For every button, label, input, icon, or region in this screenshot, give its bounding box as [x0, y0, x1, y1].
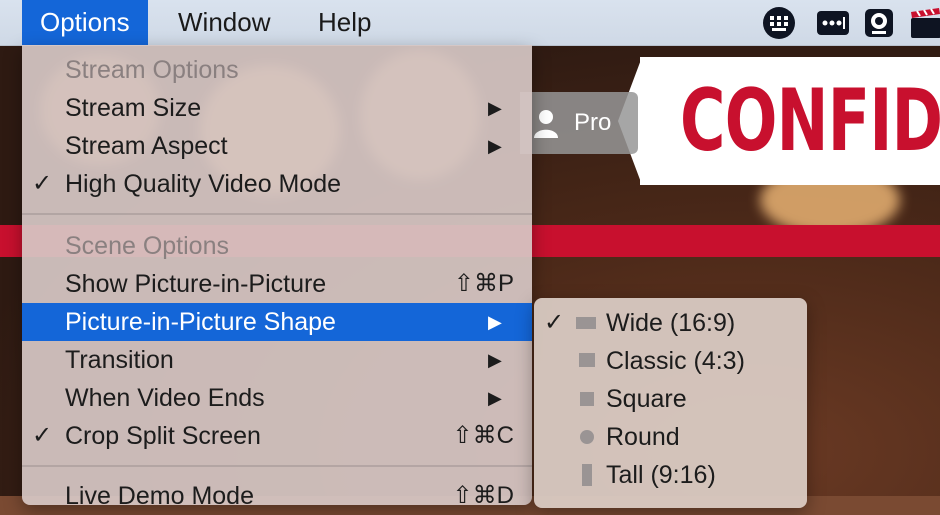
menu-item-label: Scene Options [65, 232, 229, 260]
menu-separator [22, 213, 532, 215]
menu-item-label: Picture-in-Picture Shape [65, 308, 336, 336]
submenu-item-square[interactable]: Square [534, 380, 807, 418]
menu-window[interactable]: Window [160, 0, 288, 45]
square-shape-icon [580, 392, 594, 406]
menu-item-live-demo-mode[interactable]: Live Demo Mode ⇧⌘D [22, 477, 532, 515]
menu-item-label: Show Picture-in-Picture [65, 270, 327, 298]
menu-item-label: High Quality Video Mode [65, 170, 342, 198]
menu-help[interactable]: Help [300, 0, 389, 45]
pro-label: Pro [574, 109, 612, 136]
more-icon[interactable] [816, 6, 850, 40]
menu-item-high-quality-video-mode[interactable]: ✓ High Quality Video Mode [22, 165, 532, 203]
menu-item-shortcut: ⇧⌘D [452, 482, 514, 509]
menu-item-shortcut: ⇧⌘P [453, 270, 514, 297]
menu-bar: Options Window Help [0, 0, 940, 46]
pip-shape-submenu: ✓ Wide (16:9) Classic (4:3) Square Round… [534, 298, 807, 508]
submenu-item-label: Classic (4:3) [606, 347, 745, 375]
camera-icon[interactable] [862, 6, 896, 40]
menu-item-label: Stream Aspect [65, 132, 228, 160]
wide-shape-icon [576, 317, 596, 329]
submenu-item-round[interactable]: Round [534, 418, 807, 456]
tall-shape-icon [582, 464, 592, 486]
submenu-arrow-icon: ▶ [488, 350, 502, 370]
submenu-item-label: Tall (9:16) [606, 461, 716, 489]
submenu-arrow-icon: ▶ [488, 136, 502, 156]
menu-item-label: Transition [65, 346, 174, 374]
menu-item-label: Stream Size [65, 94, 202, 122]
submenu-item-label: Square [606, 385, 687, 413]
menu-item-label: When Video Ends [65, 384, 265, 412]
menu-item-transition[interactable]: Transition ▶ [22, 341, 532, 379]
banner-text: CONFIDI [680, 71, 940, 171]
menu-item-picture-in-picture-shape[interactable]: Picture-in-Picture Shape ▶ [22, 303, 532, 341]
checkmark-icon: ✓ [32, 170, 53, 197]
menu-item-show-picture-in-picture[interactable]: Show Picture-in-Picture ⇧⌘P [22, 265, 532, 303]
menu-item-label: Live Demo Mode [65, 482, 254, 510]
menu-separator [22, 465, 532, 467]
submenu-item-classic[interactable]: Classic (4:3) [534, 342, 807, 380]
checkmark-icon: ✓ [544, 309, 565, 336]
pro-badge[interactable]: Pro [520, 92, 638, 154]
menu-item-label: Crop Split Screen [65, 422, 261, 450]
menu-item-stream-size[interactable]: Stream Size ▶ [22, 89, 532, 127]
checkmark-icon: ✓ [32, 422, 53, 449]
submenu-item-tall[interactable]: Tall (9:16) [534, 456, 807, 494]
submenu-item-label: Wide (16:9) [606, 309, 736, 337]
classic-shape-icon [579, 353, 595, 367]
menu-item-crop-split-screen[interactable]: ✓ Crop Split Screen ⇧⌘C [22, 417, 532, 455]
menu-item-when-video-ends[interactable]: When Video Ends ▶ [22, 379, 532, 417]
submenu-arrow-icon: ▶ [488, 312, 502, 332]
menu-item-stream-aspect[interactable]: Stream Aspect ▶ [22, 127, 532, 165]
menu-item-label: Stream Options [65, 56, 239, 84]
menu-item-shortcut: ⇧⌘C [452, 422, 514, 449]
submenu-item-label: Round [606, 423, 680, 451]
submenu-item-wide[interactable]: ✓ Wide (16:9) [534, 304, 807, 342]
menu-header-stream-options: Stream Options [22, 51, 532, 89]
grid-icon[interactable] [762, 6, 796, 40]
menu-options[interactable]: Options [22, 0, 148, 45]
options-menu: Stream Options Stream Size ▶ Stream Aspe… [22, 45, 532, 510]
clapper-icon[interactable] [908, 6, 940, 40]
menu-header-scene-options: Scene Options [22, 227, 532, 265]
round-shape-icon [580, 430, 594, 444]
submenu-arrow-icon: ▶ [488, 98, 502, 118]
submenu-arrow-icon: ▶ [488, 388, 502, 408]
user-icon [534, 110, 558, 138]
